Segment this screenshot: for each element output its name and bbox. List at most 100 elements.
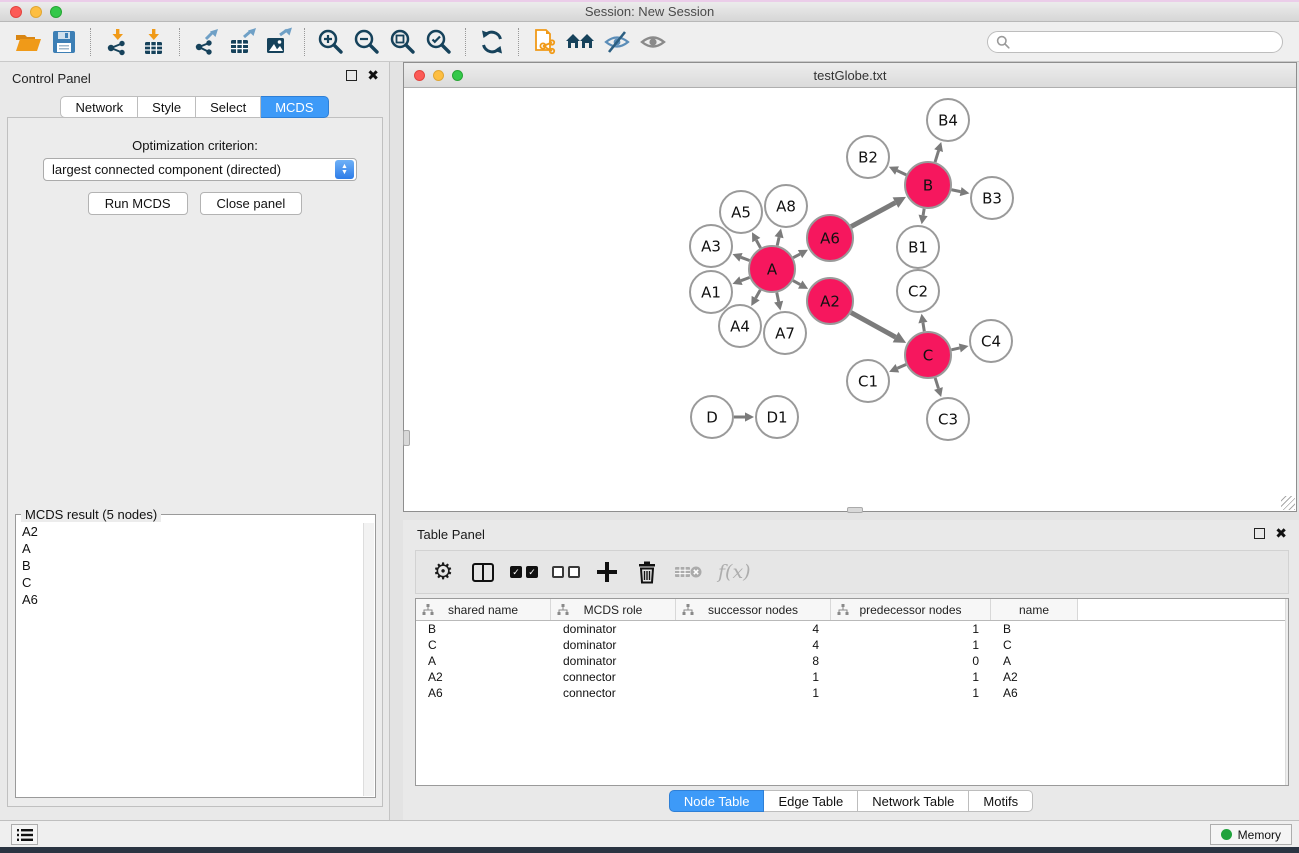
graph-node-A4[interactable]: A4 <box>719 305 761 347</box>
graph-edge-A-A2[interactable] <box>793 281 808 289</box>
table-row[interactable]: A6connector11A6 <box>416 685 1288 701</box>
table-cell[interactable]: C <box>416 638 551 652</box>
table-cell[interactable]: 1 <box>831 638 991 652</box>
horizontal-scrollbar-thumb[interactable] <box>847 507 863 513</box>
table-options-gear-icon[interactable]: ⚙ <box>430 558 456 586</box>
table-cell[interactable]: 4 <box>676 638 831 652</box>
table-cell[interactable]: 0 <box>831 654 991 668</box>
column-header-name[interactable]: name <box>991 599 1078 620</box>
table-cell[interactable]: 1 <box>676 686 831 700</box>
select-all-checkboxes-icon[interactable]: ✓✓ <box>510 558 538 586</box>
table-scrollbar[interactable] <box>1285 599 1288 785</box>
graph-node-D1[interactable]: D1 <box>756 396 798 438</box>
delete-table-icon[interactable] <box>674 558 704 586</box>
table-cell[interactable]: A <box>991 654 1078 668</box>
open-session-icon[interactable] <box>10 26 46 58</box>
graph-edge-B-B4[interactable] <box>934 142 943 162</box>
graph-edge-A6-B[interactable] <box>851 197 906 227</box>
tab-mcds[interactable]: MCDS <box>261 96 328 118</box>
table-cell[interactable]: dominator <box>551 654 676 668</box>
close-panel-icon[interactable]: ✖ <box>367 70 379 81</box>
graph-node-A[interactable]: A <box>749 246 795 292</box>
table-cell[interactable]: 1 <box>831 686 991 700</box>
column-header-mcds-role[interactable]: MCDS role <box>551 599 676 620</box>
table-cell[interactable]: C <box>991 638 1078 652</box>
graph-edge-B-B1[interactable] <box>919 209 928 225</box>
graph-node-A2[interactable]: A2 <box>807 278 853 324</box>
delete-column-trash-icon[interactable] <box>634 558 660 586</box>
graph-edge-C-C2[interactable] <box>918 314 927 332</box>
search-input[interactable] <box>1015 35 1274 49</box>
add-column-icon[interactable] <box>594 558 620 586</box>
table-cell[interactable]: 4 <box>676 622 831 636</box>
result-scrollbar[interactable] <box>363 523 374 796</box>
float-panel-icon[interactable] <box>346 70 357 81</box>
graph-node-B2[interactable]: B2 <box>847 136 889 178</box>
optimization-criterion-dropdown[interactable]: largest connected component (directed) ▲… <box>43 158 357 181</box>
graph-node-B[interactable]: B <box>905 162 951 208</box>
tab-network-table[interactable]: Network Table <box>858 790 969 812</box>
graph-node-A8[interactable]: A8 <box>765 185 807 227</box>
mcds-result-item[interactable]: A6 <box>17 591 362 608</box>
network-window-titlebar[interactable]: testGlobe.txt <box>404 63 1296 88</box>
import-table-icon[interactable] <box>135 26 171 58</box>
graph-edge-A-A3[interactable] <box>733 253 750 262</box>
column-header-shared-name[interactable]: shared name <box>416 599 551 620</box>
table-row[interactable]: Cdominator41C <box>416 637 1288 653</box>
save-session-icon[interactable] <box>46 26 82 58</box>
tab-style[interactable]: Style <box>138 96 196 118</box>
graph-node-B1[interactable]: B1 <box>897 226 939 268</box>
network-graph[interactable]: AA1A2A3A4A5A6A7A8BB1B2B3B4CC1C2C3C4DD1 <box>404 88 1296 509</box>
table-cell[interactable]: A2 <box>991 670 1078 684</box>
graph-node-D[interactable]: D <box>691 396 733 438</box>
mcds-result-item[interactable]: A <box>17 540 362 557</box>
mcds-result-item[interactable]: A2 <box>17 523 362 540</box>
close-table-panel-icon[interactable]: ✖ <box>1275 528 1287 539</box>
graph-node-C[interactable]: C <box>905 332 951 378</box>
zoom-out-icon[interactable] <box>349 26 385 58</box>
export-table-icon[interactable] <box>224 26 260 58</box>
home-layout-icon[interactable] <box>563 26 599 58</box>
table-cell[interactable]: 1 <box>831 622 991 636</box>
close-panel-button[interactable]: Close panel <box>200 192 303 215</box>
graph-node-C3[interactable]: C3 <box>927 398 969 440</box>
graph-node-A6[interactable]: A6 <box>807 215 853 261</box>
hide-graphics-details-icon[interactable] <box>599 26 635 58</box>
table-cell[interactable]: 1 <box>676 670 831 684</box>
table-cell[interactable]: A6 <box>991 686 1078 700</box>
network-canvas[interactable]: AA1A2A3A4A5A6A7A8BB1B2B3B4CC1C2C3C4DD1 <box>404 88 1296 511</box>
graph-node-A3[interactable]: A3 <box>690 225 732 267</box>
show-column-icon[interactable] <box>470 558 496 586</box>
table-cell[interactable]: connector <box>551 670 676 684</box>
graph-node-C4[interactable]: C4 <box>970 320 1012 362</box>
graph-node-B3[interactable]: B3 <box>971 177 1013 219</box>
table-cell[interactable]: 1 <box>831 670 991 684</box>
graph-node-C2[interactable]: C2 <box>897 270 939 312</box>
tab-motifs[interactable]: Motifs <box>969 790 1033 812</box>
graph-edge-A-A6[interactable] <box>793 250 808 258</box>
table-cell[interactable]: B <box>416 622 551 636</box>
table-row[interactable]: Adominator80A <box>416 653 1288 669</box>
resize-grip-icon[interactable] <box>1281 496 1295 510</box>
deselect-all-checkboxes-icon[interactable] <box>552 558 580 586</box>
graph-node-A5[interactable]: A5 <box>720 191 762 233</box>
graph-node-B4[interactable]: B4 <box>927 99 969 141</box>
show-graphics-details-icon[interactable] <box>635 26 671 58</box>
vertical-scrollbar-thumb[interactable] <box>403 430 410 446</box>
global-search-field[interactable] <box>987 31 1283 53</box>
graph-node-C1[interactable]: C1 <box>847 360 889 402</box>
table-row[interactable]: Bdominator41B <box>416 621 1288 637</box>
table-cell[interactable]: A6 <box>416 686 551 700</box>
table-cell[interactable]: 8 <box>676 654 831 668</box>
new-network-from-selection-icon[interactable] <box>527 26 563 58</box>
run-mcds-button[interactable]: Run MCDS <box>88 192 188 215</box>
tab-node-table[interactable]: Node Table <box>669 790 765 812</box>
export-image-icon[interactable] <box>260 26 296 58</box>
table-cell[interactable]: A <box>416 654 551 668</box>
graph-edge-C-C4[interactable] <box>951 343 968 352</box>
graph-edge-C-C3[interactable] <box>934 378 943 397</box>
graph-node-A7[interactable]: A7 <box>764 312 806 354</box>
graph-edge-A-A8[interactable] <box>775 228 784 245</box>
table-cell[interactable]: A2 <box>416 670 551 684</box>
memory-button[interactable]: Memory <box>1210 824 1292 845</box>
